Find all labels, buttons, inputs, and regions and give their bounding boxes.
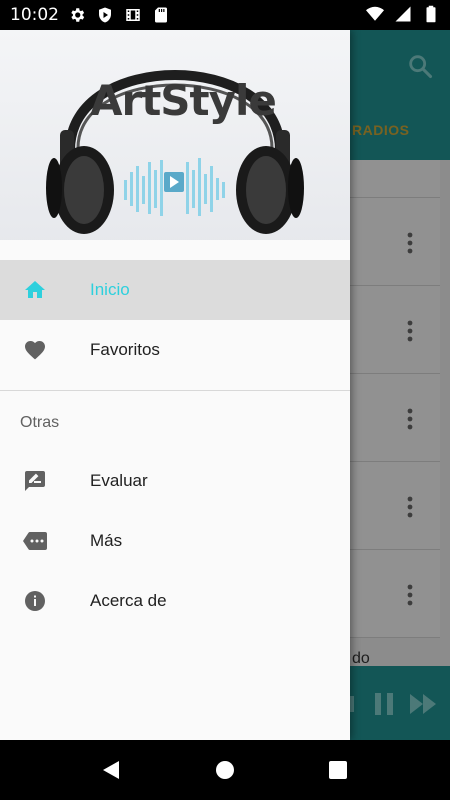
drawer-item-label: Evaluar (90, 471, 148, 490)
info-icon (25, 591, 45, 611)
navigation-drawer: ArtStyle Inicio Favoritos Otras Evaluar … (0, 30, 350, 740)
home-button-icon[interactable] (216, 761, 234, 779)
cell-signal-icon (395, 6, 411, 22)
recents-icon[interactable] (329, 761, 347, 779)
drawer-item-label: Inicio (90, 280, 130, 299)
film-icon (126, 9, 140, 21)
drawer-header: ArtStyle (0, 30, 350, 250)
back-icon[interactable] (101, 760, 121, 780)
battery-icon (426, 5, 436, 23)
headphones-logo (46, 70, 304, 234)
shield-icon (99, 7, 111, 23)
drawer-item-evaluar[interactable]: Evaluar (0, 451, 350, 511)
drawer-item-mas[interactable]: Más (0, 511, 350, 571)
system-nav-bar (0, 740, 450, 800)
drawer-item-label: Más (90, 531, 123, 550)
drawer-item-label: Acerca de (90, 591, 167, 610)
gear-icon (71, 8, 85, 22)
status-time: 10:02 (10, 5, 59, 25)
sd-card-icon (155, 7, 167, 23)
drawer-item-inicio[interactable]: Inicio (0, 260, 350, 320)
drawer-divider (0, 390, 350, 391)
drawer-item-favoritos[interactable]: Favoritos (0, 320, 350, 380)
wifi-icon (366, 6, 384, 21)
drawer-item-label: Favoritos (90, 340, 160, 359)
more-tag-icon (23, 532, 47, 550)
section-title-otras: Otras (20, 414, 60, 431)
rate-review-icon (25, 471, 45, 491)
heart-icon (25, 341, 45, 360)
drawer-item-acerca-de[interactable]: Acerca de (0, 571, 350, 631)
status-bar: 10:02 (0, 0, 450, 30)
brand-title: ArtStyle (90, 76, 277, 125)
home-icon (25, 281, 45, 298)
